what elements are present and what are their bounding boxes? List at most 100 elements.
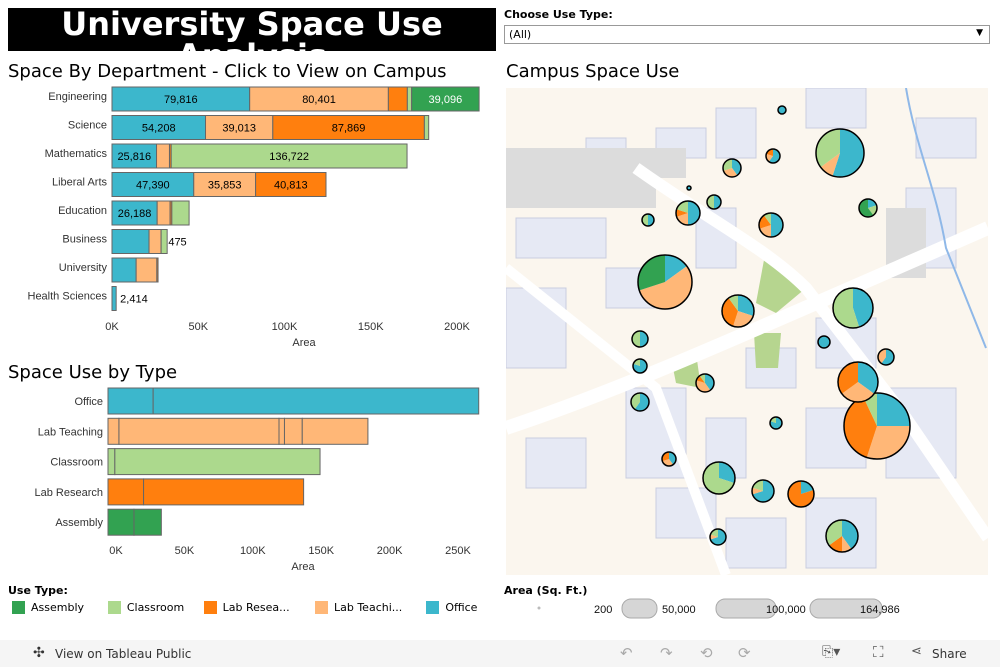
tableau-icon: ✣: [33, 645, 45, 661]
legend-item[interactable]: Office: [426, 601, 478, 614]
building-pie-marker[interactable]: [777, 105, 787, 115]
data-label: 80,401: [302, 94, 336, 106]
bar-segment[interactable]: [406, 86, 413, 112]
bar-segment[interactable]: [107, 417, 120, 445]
building-pie-marker[interactable]: [709, 528, 727, 546]
dropdown-value: (All): [509, 28, 532, 41]
building-pie-marker[interactable]: [637, 254, 693, 310]
category-label: Health Sciences: [28, 291, 108, 303]
fullscreen-icon[interactable]: ⛶: [873, 643, 884, 661]
bar-segment[interactable]: [107, 387, 154, 415]
chevron-down-icon: ▼: [976, 28, 983, 38]
building-pie-marker[interactable]: [825, 519, 859, 553]
building-pie-marker[interactable]: [815, 128, 865, 178]
building-pie-marker[interactable]: [858, 198, 878, 218]
share-icon[interactable]: ⋖: [911, 644, 922, 659]
category-label: Lab Teaching: [38, 426, 103, 438]
building-pie-marker[interactable]: [769, 416, 783, 430]
view-on-tableau-link[interactable]: View on Tableau Public: [55, 647, 191, 661]
bar-segment[interactable]: [111, 286, 117, 311]
legend-item[interactable]: Lab Teachi...: [314, 601, 412, 614]
size-swatch: [537, 606, 541, 610]
bar-segment[interactable]: [152, 387, 480, 415]
legend-swatch: [12, 601, 25, 614]
building-pie-marker[interactable]: [787, 480, 815, 508]
data-label: 25,816: [117, 151, 151, 163]
building-pie-marker[interactable]: [837, 361, 879, 403]
type-chart[interactable]: Office Lab Teaching Classroom Lab Research A…: [0, 384, 495, 576]
bar-segment[interactable]: [160, 229, 168, 254]
tick-label: 0K: [109, 545, 123, 557]
share-button[interactable]: Share: [932, 647, 967, 661]
building-pie-marker[interactable]: [843, 392, 911, 460]
building-pie-marker[interactable]: [641, 213, 655, 227]
bar-segment[interactable]: [133, 508, 162, 536]
data-label: 54,208: [142, 123, 176, 135]
category-label: Mathematics: [45, 148, 108, 160]
bar-segment[interactable]: [387, 86, 408, 112]
redo-icon[interactable]: ↷: [660, 644, 673, 662]
bar-segment[interactable]: [111, 257, 137, 283]
legend-item[interactable]: Classroom: [107, 601, 190, 614]
building-pie-marker[interactable]: [758, 212, 784, 238]
bar-segment[interactable]: [278, 417, 285, 445]
bar-segment[interactable]: [118, 417, 280, 445]
building-pie-marker[interactable]: [832, 287, 874, 329]
filter-label: Choose Use Type:: [504, 8, 613, 21]
bar-segment[interactable]: [301, 417, 369, 445]
dept-chart[interactable]: Engineering 79,816 80,401 39,096 Science 54,2…: [0, 82, 495, 352]
building-pie-marker[interactable]: [631, 330, 649, 348]
revert-icon[interactable]: ⟲: [700, 644, 713, 662]
building-pie-marker[interactable]: [765, 148, 781, 164]
download-icon[interactable]: ⎘▾: [822, 644, 840, 660]
building-pie-marker[interactable]: [630, 392, 650, 412]
type-chart-title: Space Use by Type: [8, 362, 178, 383]
use-type-dropdown[interactable]: (All) ▼: [504, 25, 990, 44]
bar-segment[interactable]: [171, 200, 190, 226]
building: [515, 217, 607, 259]
bar-segment[interactable]: [135, 257, 158, 283]
data-label: 79,816: [164, 94, 198, 106]
legend-item[interactable]: Lab Resea...: [203, 601, 301, 614]
building-pie-marker[interactable]: [686, 185, 692, 191]
building-pie-marker[interactable]: [817, 335, 831, 349]
bar-segment[interactable]: [107, 478, 145, 506]
legend-swatch: [426, 601, 440, 614]
tick-label: 100K: [272, 321, 298, 333]
refresh-icon[interactable]: ⟳: [738, 644, 751, 662]
data-label: 35,853: [208, 180, 242, 192]
campus-map[interactable]: [506, 88, 988, 575]
legend-title: Use Type:: [8, 584, 68, 597]
bar-segment[interactable]: [107, 448, 116, 476]
bar-segment[interactable]: [156, 200, 171, 226]
building-pie-marker[interactable]: [877, 348, 895, 366]
building-pie-marker[interactable]: [706, 194, 722, 210]
building-pie-marker[interactable]: [751, 479, 775, 503]
building-pie-marker[interactable]: [675, 200, 701, 226]
legend-label: Office: [445, 601, 478, 614]
building-pie-marker[interactable]: [702, 461, 736, 495]
building-pie-marker[interactable]: [721, 294, 755, 328]
data-label: 40,813: [274, 180, 308, 192]
category-label: Lab Research: [35, 487, 104, 499]
legend-swatch: [107, 601, 121, 614]
legend-item[interactable]: Assembly: [12, 601, 94, 614]
building-pie-marker[interactable]: [632, 358, 648, 374]
building-pie-marker[interactable]: [695, 373, 715, 393]
bar-segment[interactable]: [107, 508, 135, 536]
bar-segment[interactable]: [143, 478, 305, 506]
undo-icon[interactable]: ↶: [620, 644, 633, 662]
category-label: Science: [68, 120, 107, 132]
bar-segment[interactable]: [423, 115, 430, 140]
bar-segment[interactable]: [283, 417, 303, 445]
bar-segment[interactable]: [156, 143, 170, 169]
bar-segment[interactable]: [156, 257, 159, 283]
legend-label: Classroom: [126, 601, 185, 614]
bar-segment[interactable]: [148, 229, 162, 254]
dashboard-title: University Space Use Analysis: [8, 8, 496, 51]
category-label: Liberal Arts: [52, 177, 108, 189]
building-pie-marker[interactable]: [661, 451, 677, 467]
bar-segment[interactable]: [111, 229, 150, 254]
bar-segment[interactable]: [114, 448, 321, 476]
building-pie-marker[interactable]: [722, 158, 742, 178]
